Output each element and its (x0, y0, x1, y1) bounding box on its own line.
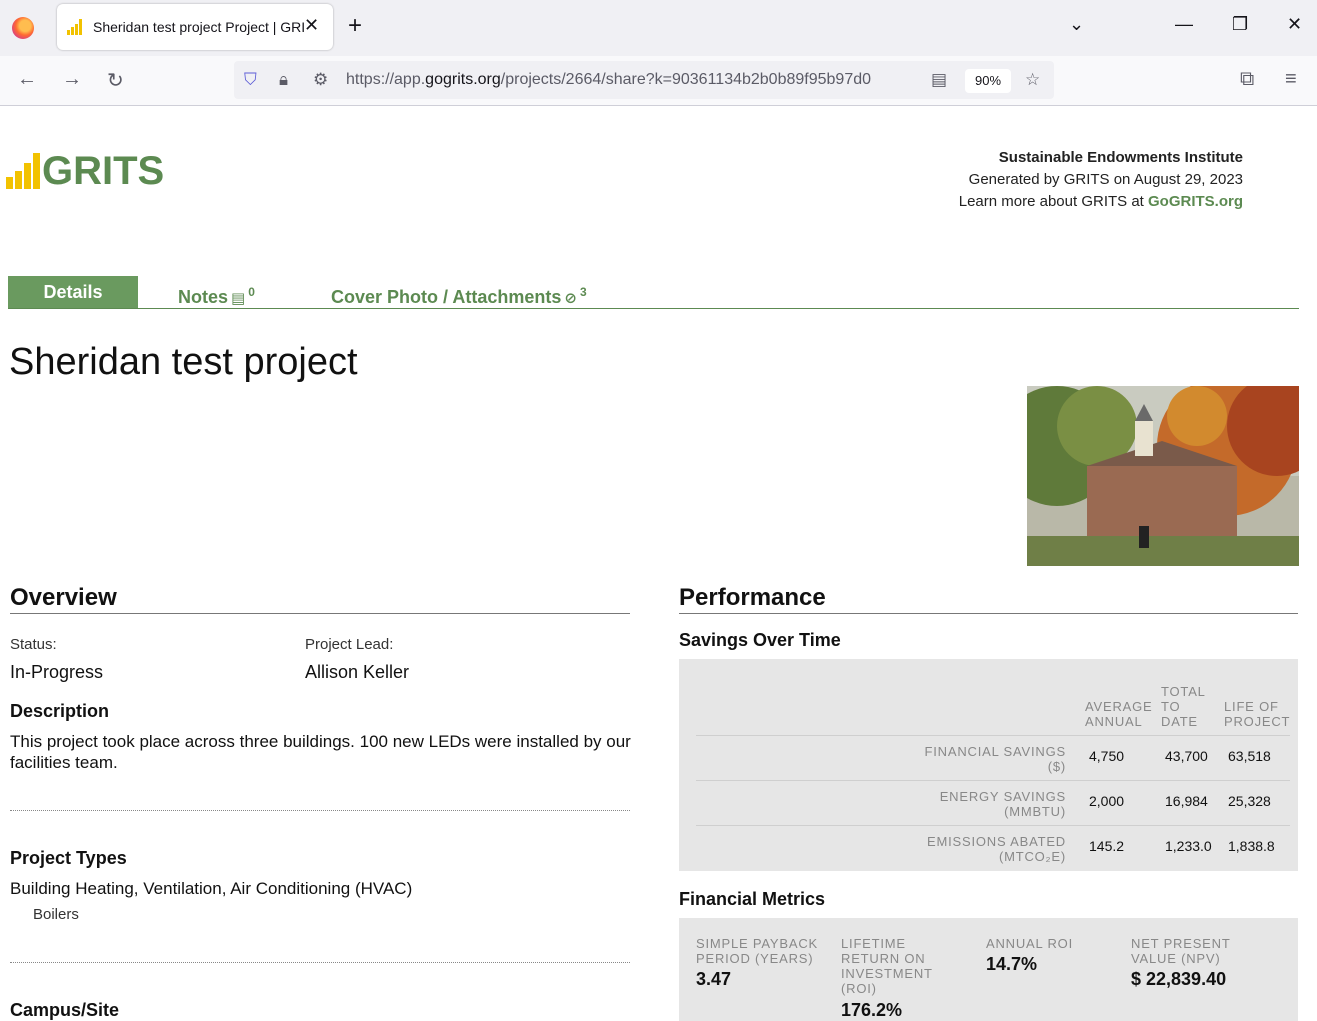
forward-icon[interactable]: → (62, 68, 82, 91)
row-label-energy: ENERGY SAVINGS (MMBTU) (939, 789, 1066, 819)
financial-life: 63,518 (1228, 748, 1271, 764)
org-name: Sustainable Endowments Institute (998, 149, 1243, 166)
annual-roi-label: ANNUAL ROI (986, 936, 1073, 951)
financial-metrics-heading: Financial Metrics (679, 889, 826, 909)
payback-value: 3.47 (696, 969, 732, 989)
annual-roi-value: 14.7% (986, 954, 1038, 974)
emissions-life: 1,838.8 (1228, 838, 1275, 854)
restore-icon[interactable]: ❐ (1232, 14, 1248, 35)
row-label-emissions: EMISSIONS ABATED (MTCO₂E) (927, 834, 1066, 864)
project-title: Sheridan test project (9, 341, 358, 383)
status-label: Status: (10, 636, 57, 653)
energy-life: 25,328 (1228, 793, 1271, 809)
minimize-icon[interactable]: — (1175, 14, 1193, 35)
learn-more-text: Learn more about GRITS at (958, 193, 1144, 210)
col-header-total: TOTAL TO DATE (1161, 684, 1206, 729)
tab-attachments[interactable]: Cover Photo / Attachments ⊘ 3 (331, 276, 587, 308)
cover-photo[interactable] (1027, 386, 1299, 566)
lock-icon[interactable]: 🔒︎ (279, 70, 288, 90)
bookmark-star-icon[interactable]: ☆ (1025, 70, 1040, 90)
firefox-icon[interactable] (12, 17, 34, 39)
close-tab-icon[interactable]: ✕ (304, 15, 319, 36)
browser-tab[interactable]: Sheridan test project Project | GRITS ✕ (57, 4, 333, 50)
row-divider (696, 780, 1290, 781)
npv-label: NET PRESENT VALUE (NPV) (1131, 936, 1231, 966)
zoom-level[interactable]: 90% (965, 69, 1011, 93)
lifetime-roi-value: 176.2% (841, 1000, 903, 1020)
permissions-icon[interactable]: ⚙︎ (313, 70, 328, 90)
financial-total: 43,700 (1165, 748, 1208, 764)
project-tabs: Details Notes ▤ 0 Cover Photo / Attachment… (8, 276, 1299, 309)
status-value: In-Progress (10, 662, 104, 682)
emissions-total: 1,233.0 (1165, 838, 1212, 854)
row-divider (696, 825, 1290, 826)
gogrits-link[interactable]: GoGRITS.org (1148, 193, 1243, 210)
divider (10, 810, 630, 811)
back-icon[interactable]: ← (17, 68, 37, 91)
energy-average: 2,000 (1089, 793, 1125, 809)
cover-photo-image (1027, 386, 1299, 566)
paperclip-icon: ⊘ (564, 290, 577, 307)
npv-value: $ 22,839.40 (1131, 969, 1227, 989)
logo-text: GRITS (42, 149, 165, 193)
browser-tab-bar: Sheridan test project Project | GRITS ✕ … (0, 0, 1317, 56)
col-header-average: AVERAGE ANNUAL (1085, 699, 1153, 729)
project-type: Building Heating, Ventilation, Air Condi… (10, 879, 413, 898)
reload-icon[interactable]: ↻ (107, 68, 124, 93)
grits-favicon-icon (67, 19, 85, 35)
savings-over-time-heading: Savings Over Time (679, 630, 841, 650)
energy-total: 16,984 (1165, 793, 1208, 809)
financial-average: 4,750 (1089, 748, 1125, 764)
reader-view-icon[interactable]: ▤ (931, 70, 947, 90)
tab-title: Sheridan test project Project | GRITS (93, 19, 305, 35)
project-lead-label: Project Lead: (305, 636, 394, 653)
project-subtype: Boilers (33, 906, 79, 923)
row-label-financial: FINANCIAL SAVINGS ($) (924, 744, 1066, 774)
col-header-life: LIFE OF PROJECT (1224, 699, 1291, 729)
grits-logo-bars-icon (6, 153, 40, 189)
shield-icon[interactable]: ⛉ (244, 70, 257, 90)
payback-label: SIMPLE PAYBACK PERIOD (YEARS) (696, 936, 818, 966)
grits-logo[interactable]: GRITS (6, 149, 165, 193)
close-window-icon[interactable]: ✕ (1287, 14, 1302, 35)
tab-details[interactable]: Details (8, 276, 138, 308)
page-content: GRITS Sustainable Endowments Institute G… (0, 107, 1317, 1021)
description-heading: Description (10, 701, 110, 721)
divider (10, 962, 630, 963)
menu-icon[interactable]: ≡ (1285, 68, 1297, 91)
url-bar[interactable]: ⛉ 🔒︎ ⚙︎ https://app.gogrits.org/projects… (234, 61, 1054, 99)
new-tab-icon[interactable]: + (348, 12, 362, 40)
emissions-average: 145.2 (1089, 838, 1125, 854)
campus-site-heading: Campus/Site (10, 1000, 120, 1020)
project-types-heading: Project Types (10, 848, 127, 868)
overview-heading: Overview (10, 584, 630, 614)
project-lead-value: Allison Keller (305, 662, 410, 682)
savings-table: AVERAGE ANNUAL TOTAL TO DATE LIFE OF PRO… (696, 659, 1290, 871)
browser-nav-bar: ← → ↻ ⛉ 🔒︎ ⚙︎ https://app.gogrits.org/pr… (0, 56, 1317, 106)
list-tabs-icon[interactable]: ⌄ (1069, 14, 1084, 35)
tab-notes[interactable]: Notes ▤ 0 (178, 276, 255, 308)
lifetime-roi-label: LIFETIME RETURN ON INVESTMENT (ROI) (841, 936, 933, 996)
generated-date: Generated by GRITS on August 29, 2023 (968, 171, 1243, 188)
performance-heading: Performance (679, 584, 1298, 614)
row-divider (696, 735, 1290, 736)
org-info: Sustainable Endowments Institute Generat… (959, 147, 1243, 213)
document-icon: ▤ (231, 290, 246, 307)
url-text[interactable]: https://app.gogrits.org/projects/2664/sh… (346, 71, 922, 89)
description-text: This project took place across three bui… (10, 732, 631, 772)
extensions-icon[interactable]: ⧉ (1240, 68, 1254, 91)
